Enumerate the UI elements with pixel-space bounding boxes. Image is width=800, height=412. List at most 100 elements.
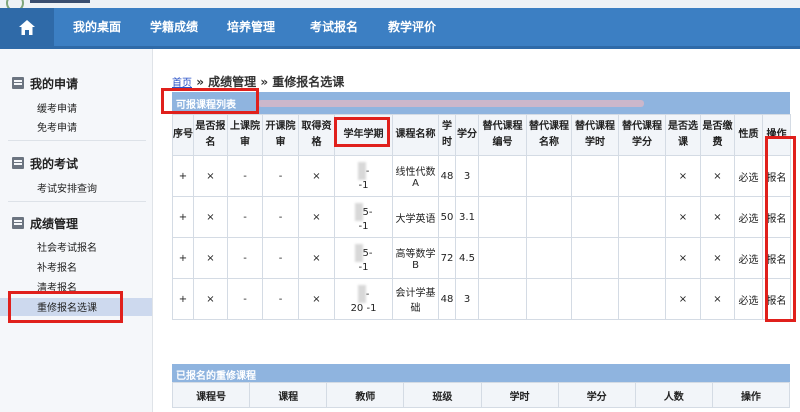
cell-credit: 4.5 bbox=[455, 237, 479, 279]
table-header-row: 序号 是否报名 上课院审 开课院审 取得资格 学年学期 课程名称 学时 学分 替… bbox=[172, 114, 791, 156]
redacted-text bbox=[357, 161, 366, 180]
cell-nature: 必选 bbox=[734, 155, 763, 197]
highlight-box bbox=[334, 117, 390, 147]
col-header: 序号 bbox=[172, 114, 194, 156]
cell-empty bbox=[571, 278, 619, 320]
cell-empty bbox=[478, 278, 527, 320]
col-header: 班级 bbox=[403, 382, 482, 408]
col-header: 是否报名 bbox=[193, 114, 228, 156]
redacted-text bbox=[354, 243, 363, 262]
col-header: 教师 bbox=[326, 382, 405, 408]
cell-empty bbox=[618, 237, 666, 279]
cell-empty bbox=[526, 278, 572, 320]
nav-my-desktop[interactable]: 我的桌面 bbox=[73, 8, 121, 46]
list-icon bbox=[12, 217, 24, 229]
col-header: 是否选课 bbox=[665, 114, 701, 156]
col-header: 课程 bbox=[249, 382, 328, 408]
nav-teaching-evaluation[interactable]: 教学评价 bbox=[388, 8, 436, 46]
nav-exam-registration[interactable]: 考试报名 bbox=[310, 8, 358, 46]
table-row: + × - - × - -1 线性代数A 48 3 × × 必选 报名 bbox=[172, 155, 791, 197]
cell-term: 5- -1 bbox=[334, 237, 393, 279]
cell-open-approve: - bbox=[262, 196, 299, 238]
breadcrumb-level1: 成绩管理 bbox=[208, 75, 257, 89]
sidebar-item-exam-exemption[interactable]: 免考申请 bbox=[37, 119, 77, 134]
cell-empty bbox=[618, 155, 666, 197]
sidebar-item-makeup-exam[interactable]: 补考报名 bbox=[37, 259, 77, 274]
cell-empty bbox=[571, 237, 619, 279]
nav-student-records[interactable]: 学籍成绩 bbox=[150, 8, 198, 46]
table-row: + × - - × -20 -1 会计学基础 48 3 × × 必选 报名 bbox=[172, 278, 791, 320]
col-header: 学分 bbox=[455, 114, 479, 156]
breadcrumb-sep: » bbox=[196, 75, 204, 89]
cell-term: 5- -1 bbox=[334, 196, 393, 238]
cell-empty bbox=[618, 278, 666, 320]
cell-empty bbox=[571, 196, 619, 238]
col-header: 替代课程名称 bbox=[526, 114, 572, 156]
col-header: 替代课程学时 bbox=[571, 114, 619, 156]
cell-paid: × bbox=[700, 278, 735, 320]
home-icon bbox=[19, 19, 35, 35]
table-row: + × - - × 5- -1 高等数学B 72 4.5 × × 必选 报名 bbox=[172, 237, 791, 279]
cell-credit: 3 bbox=[455, 155, 479, 197]
sidebar-section-grade-management[interactable]: 成绩管理 bbox=[12, 215, 78, 232]
sidebar-section-my-applications[interactable]: 我的申请 bbox=[12, 75, 78, 92]
registered-courses-title: 已报名的重修课程 bbox=[176, 371, 256, 382]
cell-qualified: × bbox=[298, 278, 335, 320]
highlight-box bbox=[161, 88, 259, 114]
col-header: 学分 bbox=[557, 382, 636, 408]
page-title: 重修报名选课 bbox=[272, 75, 345, 89]
list-icon bbox=[12, 157, 24, 169]
cell-paid: × bbox=[700, 237, 735, 279]
cell-empty bbox=[478, 237, 527, 279]
cell-hours: 72 bbox=[438, 237, 456, 279]
highlight-box bbox=[765, 136, 796, 322]
table-header-row: 课程号 课程 教师 班级 学时 学分 人数 操作 bbox=[171, 382, 791, 408]
redacted-text bbox=[258, 100, 644, 107]
cell-empty bbox=[571, 155, 619, 197]
highlight-box bbox=[8, 291, 123, 323]
cell-attend-approve: - bbox=[227, 278, 263, 320]
expand-button[interactable]: + bbox=[172, 155, 194, 197]
col-header: 开课院审 bbox=[262, 114, 299, 156]
cell-nature: 必选 bbox=[734, 196, 763, 238]
cell-nature: 必选 bbox=[734, 278, 763, 320]
cell-empty bbox=[526, 196, 572, 238]
available-courses-table: 序号 是否报名 上课院审 开课院审 取得资格 学年学期 课程名称 学时 学分 替… bbox=[172, 114, 791, 320]
nav-training[interactable]: 培养管理 bbox=[227, 8, 275, 46]
sidebar-item-deferred-exam[interactable]: 缓考申请 bbox=[37, 100, 77, 115]
cell-hours: 48 bbox=[438, 155, 456, 197]
cell-empty bbox=[618, 196, 666, 238]
divider bbox=[8, 201, 146, 202]
sidebar-section-my-exams[interactable]: 我的考试 bbox=[12, 155, 78, 172]
cell-qualified: × bbox=[298, 155, 335, 197]
expand-button[interactable]: + bbox=[172, 278, 194, 320]
cell-empty bbox=[478, 196, 527, 238]
expand-button[interactable]: + bbox=[172, 237, 194, 279]
col-header: 学时 bbox=[438, 114, 456, 156]
col-header: 学时 bbox=[480, 382, 559, 408]
expand-button[interactable]: + bbox=[172, 196, 194, 238]
sidebar-item-social-exam[interactable]: 社会考试报名 bbox=[37, 239, 97, 254]
cell-selected: × bbox=[665, 196, 701, 238]
cell-qualified: × bbox=[298, 237, 335, 279]
cell-paid: × bbox=[700, 155, 735, 197]
list-icon bbox=[12, 77, 24, 89]
sidebar: 我的申请 缓考申请 免考申请 我的考试 考试安排查询 成绩管理 社会考试报名 补… bbox=[0, 49, 153, 412]
col-header: 课程号 bbox=[171, 382, 251, 408]
cell-apply: × bbox=[193, 278, 228, 320]
col-header: 取得资格 bbox=[298, 114, 335, 156]
top-nav: 我的桌面 学籍成绩 培养管理 考试报名 教学评价 bbox=[0, 8, 800, 49]
cell-open-approve: - bbox=[262, 237, 299, 279]
registered-courses-header: 已报名的重修课程 bbox=[172, 364, 790, 382]
available-courses-header: 可报课程列表 bbox=[172, 92, 790, 114]
col-header: 替代课程编号 bbox=[478, 114, 527, 156]
cell-paid: × bbox=[700, 196, 735, 238]
registered-courses-table: 课程号 课程 教师 班级 学时 学分 人数 操作 bbox=[171, 382, 791, 408]
sidebar-item-exam-schedule[interactable]: 考试安排查询 bbox=[37, 180, 97, 195]
redacted-text bbox=[354, 202, 363, 221]
home-button[interactable] bbox=[0, 8, 54, 46]
top-strip bbox=[0, 0, 800, 12]
redacted-text bbox=[357, 284, 366, 303]
col-header: 是否缴费 bbox=[700, 114, 735, 156]
cell-apply: × bbox=[193, 155, 228, 197]
